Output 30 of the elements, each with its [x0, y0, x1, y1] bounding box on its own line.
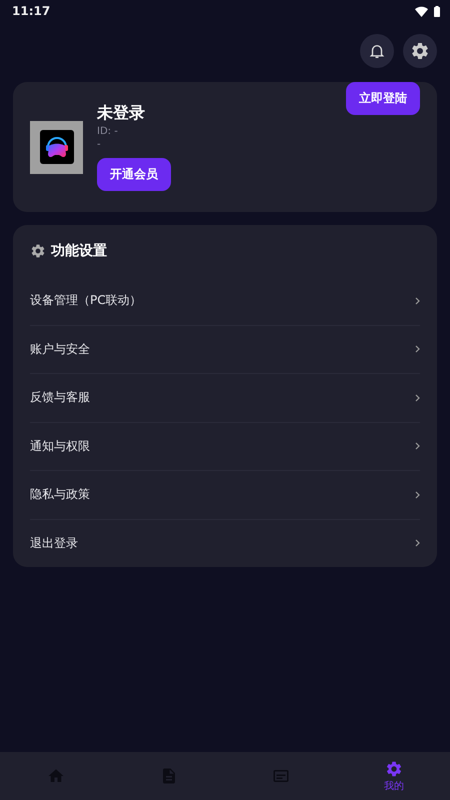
home-icon	[47, 767, 66, 785]
user-subtitle: -	[97, 139, 102, 150]
wifi-icon	[415, 6, 428, 16]
notification-button[interactable]	[360, 34, 394, 68]
battery-icon	[434, 6, 440, 16]
user-id: ID: -	[97, 126, 119, 137]
settings-button[interactable]	[403, 34, 437, 68]
chevron-right-icon	[415, 296, 420, 305]
login-button[interactable]: 立即登陆	[346, 82, 420, 115]
chevron-right-icon	[415, 539, 420, 548]
chevron-right-icon	[415, 442, 420, 450]
settings-item[interactable]: 退出登录	[30, 520, 420, 567]
message-icon	[272, 767, 290, 785]
settings-icon	[410, 41, 430, 61]
vip-button[interactable]: 开通会员	[97, 158, 171, 191]
status-time: 11:17	[12, 4, 50, 18]
settings-item[interactable]: 通知与权限	[30, 422, 420, 471]
chevron-right-icon	[415, 345, 420, 354]
settings-item[interactable]: 隐私与政策	[30, 471, 420, 520]
bell-icon	[368, 42, 386, 60]
section-title: 功能设置	[51, 242, 107, 260]
settings-item[interactable]: 账户与安全	[30, 326, 420, 374]
settings-item[interactable]: 设备管理（PC联动）	[30, 277, 420, 326]
chevron-right-icon	[415, 394, 420, 402]
settings-icon	[30, 243, 46, 259]
chevron-right-icon	[415, 490, 420, 499]
username: 未登录	[97, 103, 146, 124]
settings-icon	[384, 760, 403, 778]
settings-item[interactable]: 反馈与客服	[30, 374, 420, 422]
app-logo-icon	[40, 130, 74, 164]
